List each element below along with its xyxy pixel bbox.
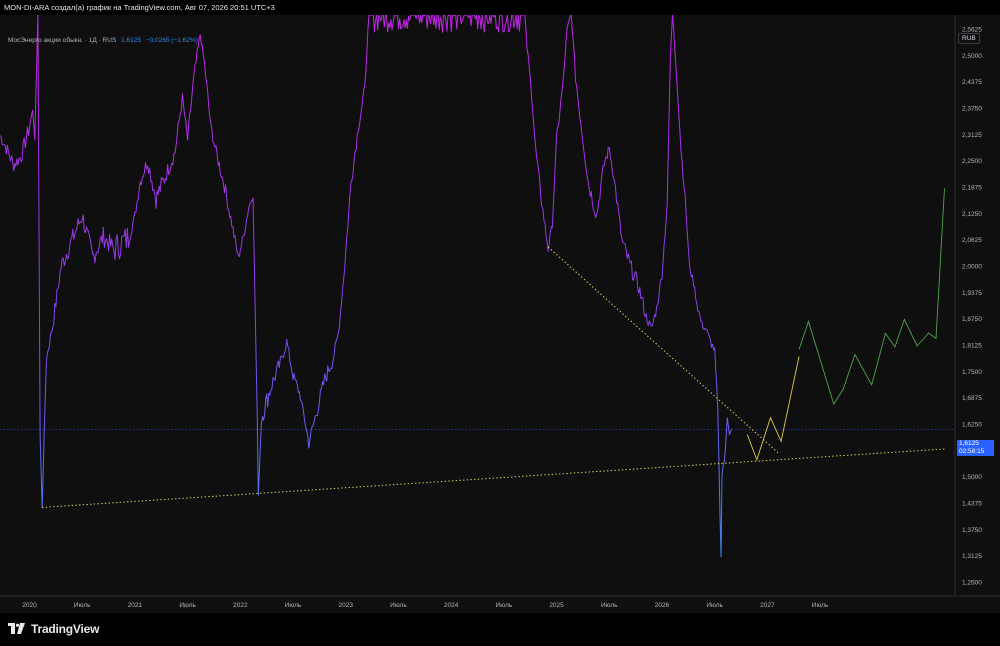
- support-trendline[interactable]: [547, 246, 779, 454]
- price-tick-label: 1,6250: [962, 421, 982, 428]
- time-tick-label: Июль: [706, 602, 723, 609]
- price-tick-label: 2,1875: [962, 185, 982, 192]
- last-price-badge: 1,6125 02:58:15: [957, 440, 994, 456]
- time-tick-label: Июль: [74, 602, 91, 609]
- chart-area[interactable]: 2,5625 2,5000 2,4375 2,3750 2,3125 2,2500 2,18…: [0, 15, 1000, 613]
- last-price-value: 1,6125: [959, 440, 979, 447]
- caption-text: MON-DI-ARA создал(а) график на TradingVi…: [4, 3, 275, 12]
- price-chart[interactable]: 2,56252,50002,43752,37502,31252,25002,18…: [0, 15, 1000, 613]
- price-tick-label: 1,3125: [962, 553, 982, 560]
- tradingview-logo-icon: [8, 623, 25, 634]
- brand[interactable]: TradingView: [8, 622, 99, 636]
- currency-badge[interactable]: RUB: [958, 33, 980, 44]
- price-tick-label: 1,8125: [962, 342, 982, 349]
- time-tick-label: 2026: [655, 602, 670, 609]
- price-tick-label: 2,1250: [962, 211, 982, 218]
- price-axis[interactable]: 2,56252,50002,43752,37502,31252,25002,18…: [962, 27, 982, 587]
- legend: МосЭнерго акции обыкн. · 1Д · RUS 1,6125…: [8, 37, 198, 44]
- time-tick-label: 2023: [339, 602, 354, 609]
- chart-caption: MON-DI-ARA создал(а) график на TradingVi…: [0, 0, 1000, 15]
- price-tick-label: 2,2500: [962, 158, 982, 165]
- bar-countdown: 02:58:15: [959, 448, 985, 455]
- price-tick-label: 1,8750: [962, 316, 982, 323]
- price-tick-label: 1,2500: [962, 579, 982, 586]
- legend-price: 1,6125: [121, 37, 141, 44]
- time-tick-label: Июль: [496, 602, 513, 609]
- time-tick-label: 2021: [128, 602, 143, 609]
- price-tick-label: 2,3750: [962, 106, 982, 113]
- time-tick-label: Июль: [601, 602, 618, 609]
- price-tick-label: 2,5000: [962, 53, 982, 60]
- price-tick-label: 2,0000: [962, 264, 982, 271]
- time-tick-label: Июль: [285, 602, 302, 609]
- legend-symbol: МосЭнерго акции обыкн. · 1Д · RUS: [8, 37, 117, 44]
- time-tick-label: Июль: [812, 602, 829, 609]
- projection-path-green[interactable]: [798, 188, 945, 406]
- time-tick-label: 2027: [760, 602, 775, 609]
- price-tick-label: 1,7500: [962, 369, 982, 376]
- footer: TradingView: [0, 613, 1000, 646]
- price-tick-label: 1,3750: [962, 527, 982, 534]
- support-trendline[interactable]: [42, 448, 947, 508]
- projection-path-yellow[interactable]: [746, 356, 800, 462]
- time-tick-label: 2020: [22, 602, 37, 609]
- time-axis[interactable]: 2020 Июль 2021 Июль 2022 Июль 2023 Июль 2024 Июль…: [22, 602, 829, 609]
- price-tick-label: 1,6875: [962, 395, 982, 402]
- legend-change: −0,0265 (−1,62%): [145, 37, 198, 44]
- series-layer: [0, 15, 955, 558]
- price-tick-label: 2,3125: [962, 132, 982, 139]
- price-tick-label: 1,5000: [962, 474, 982, 481]
- price-tick-label: 2,0625: [962, 237, 982, 244]
- time-tick-label: 2022: [233, 602, 248, 609]
- price-tick-label: 2,4375: [962, 79, 982, 86]
- time-tick-label: Июль: [390, 602, 407, 609]
- price-tick-label: 1,4375: [962, 500, 982, 507]
- price-tick-label: 1,9375: [962, 290, 982, 297]
- time-tick-label: 2024: [444, 602, 459, 609]
- brand-name: TradingView: [31, 622, 100, 636]
- price-series-line: [0, 15, 732, 558]
- time-tick-label: 2025: [549, 602, 564, 609]
- time-tick-label: Июль: [179, 602, 196, 609]
